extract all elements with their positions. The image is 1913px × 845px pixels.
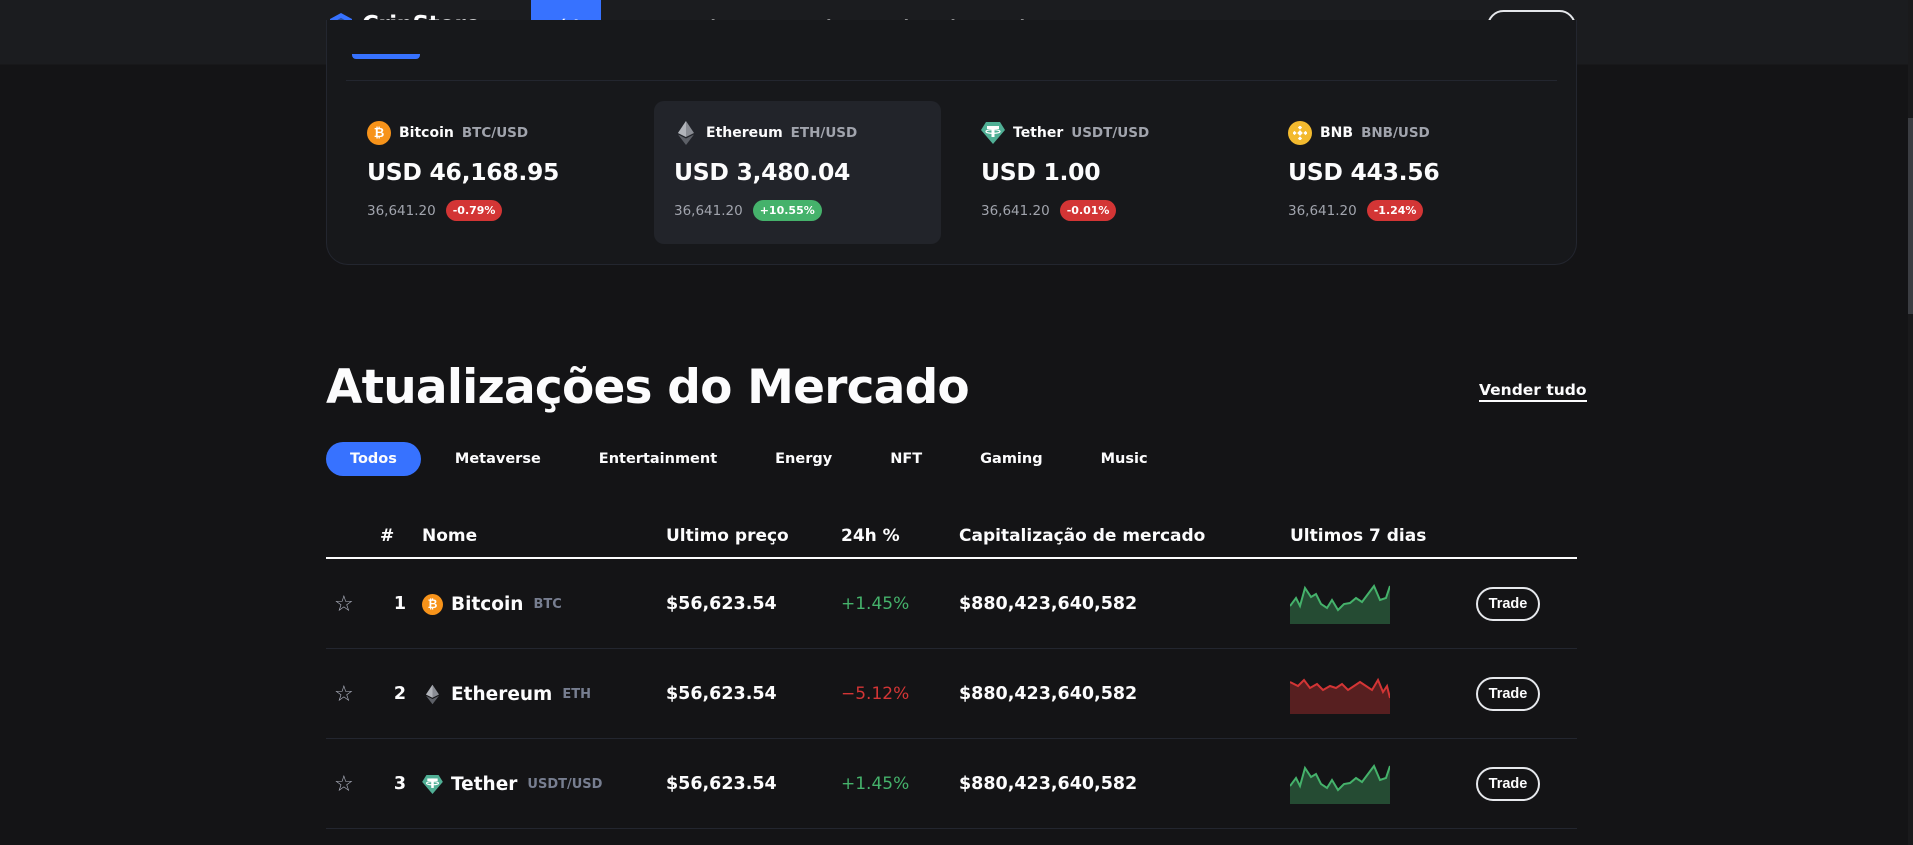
ticker-volume: 36,641.20	[981, 202, 1050, 219]
trade-button[interactable]: Trade	[1476, 677, 1540, 711]
ticker-price: USD 1.00	[981, 158, 1101, 186]
table-row[interactable]: ☆ 2 Ethereum ETH $56,623.54 −5.12% $880,…	[326, 649, 1577, 739]
ticker-volume: 36,641.20	[367, 202, 436, 219]
ticker-volume: 36,641.20	[674, 202, 743, 219]
section-title: Atualizações do Mercado	[326, 360, 970, 415]
ticker-change-badge: -1.24%	[1366, 200, 1424, 221]
row-name: Ethereum ETH	[422, 649, 591, 739]
category-tabs: Todos Metaverse Entertainment Energy NFT…	[326, 442, 1182, 476]
tab-music[interactable]: Music	[1077, 442, 1172, 476]
sparkline-chart	[1290, 559, 1390, 649]
column-header-price[interactable]: Ultimo preço	[666, 526, 789, 546]
row-change: +1.45%	[841, 594, 910, 614]
trade-button[interactable]: Trade	[1476, 587, 1540, 621]
bitcoin-icon: ₿	[367, 121, 391, 145]
ticker-name: BNB	[1320, 125, 1354, 141]
scrollbar-thumb[interactable]	[1908, 118, 1913, 314]
column-header-rank: #	[380, 526, 395, 546]
tab-metaverse[interactable]: Metaverse	[431, 442, 565, 476]
bitcoin-icon: ₿	[422, 593, 443, 615]
tab-nft[interactable]: NFT	[866, 442, 946, 476]
column-header-change[interactable]: 24h %	[841, 526, 900, 546]
row-rank: 2	[393, 684, 406, 704]
tab-todos[interactable]: Todos	[326, 442, 421, 476]
tether-icon	[422, 774, 443, 795]
ticker-pair: ETH/USD	[790, 125, 858, 141]
row-price: $56,623.54	[666, 774, 777, 794]
ticker-price: USD 46,168.95	[367, 158, 560, 186]
table-row[interactable]: ☆ 3 Tether USDT/USD $56,623.54 +1.45% $8…	[326, 739, 1577, 829]
ticker-price: USD 443.56	[1288, 158, 1440, 186]
ethereum-icon	[422, 684, 443, 705]
row-rank: 3	[393, 774, 406, 794]
ticker-divider	[346, 80, 1557, 81]
ticker-name: Ethereum	[706, 125, 783, 141]
row-name: Tether USDT/USD	[422, 739, 602, 829]
table-row[interactable]: ☆ 1 ₿ Bitcoin BTC $56,623.54 +1.45% $880…	[326, 559, 1577, 649]
coin-symbol: BTC	[533, 596, 562, 612]
ticker-item-ethereum[interactable]: Ethereum ETH/USD USD 3,480.04 36,641.20 …	[654, 101, 941, 244]
column-header-market-cap[interactable]: Capitalização de mercado	[959, 526, 1205, 546]
row-change: +1.45%	[841, 774, 910, 794]
coin-name: Bitcoin	[451, 593, 524, 615]
row-market-cap: $880,423,640,582	[959, 684, 1138, 704]
star-icon[interactable]: ☆	[334, 559, 354, 649]
row-change: −5.12%	[841, 684, 910, 704]
row-market-cap: $880,423,640,582	[959, 774, 1138, 794]
coin-symbol: USDT/USD	[527, 776, 603, 792]
row-name: ₿ Bitcoin BTC	[422, 559, 562, 649]
coin-symbol: ETH	[562, 686, 591, 702]
ticker-item-bnb[interactable]: BNB BNB/USD USD 443.56 36,641.20 -1.24%	[1268, 101, 1555, 244]
tether-icon	[981, 121, 1005, 145]
coin-name: Ethereum	[451, 683, 553, 705]
ticker-change-badge: -0.01%	[1059, 200, 1117, 221]
ticker-item-tether[interactable]: Tether USDT/USD USD 1.00 36,641.20 -0.01…	[961, 101, 1248, 244]
sell-all-link[interactable]: Vender tudo	[1479, 381, 1587, 402]
ticker-pair: USDT/USD	[1071, 125, 1150, 141]
sparkline-chart	[1290, 739, 1390, 829]
ticker-tab-indicator	[352, 54, 420, 59]
ticker-volume: 36,641.20	[1288, 202, 1357, 219]
row-price: $56,623.54	[666, 594, 777, 614]
ticker-item-bitcoin[interactable]: ₿ Bitcoin BTC/USD USD 46,168.95 36,641.2…	[347, 101, 634, 244]
row-price: $56,623.54	[666, 684, 777, 704]
ethereum-icon	[674, 121, 698, 145]
column-header-last-7-days: Ultimos 7 dias	[1290, 526, 1427, 546]
trade-button[interactable]: Trade	[1476, 767, 1540, 801]
row-market-cap: $880,423,640,582	[959, 594, 1138, 614]
star-icon[interactable]: ☆	[334, 649, 354, 739]
ticker-name: Tether	[1013, 125, 1064, 141]
tab-gaming[interactable]: Gaming	[956, 442, 1066, 476]
ticker-name: Bitcoin	[399, 125, 454, 141]
tab-energy[interactable]: Energy	[751, 442, 856, 476]
column-header-name[interactable]: Nome	[422, 526, 477, 546]
row-rank: 1	[393, 594, 406, 614]
ticker-pair: BNB/USD	[1361, 125, 1430, 141]
ticker-change-badge: -0.79%	[445, 200, 503, 221]
coin-name: Tether	[451, 773, 518, 795]
ticker-price: USD 3,480.04	[674, 158, 851, 186]
tab-entertainment[interactable]: Entertainment	[575, 442, 741, 476]
ticker-pair: BTC/USD	[461, 125, 529, 141]
bnb-icon	[1288, 121, 1312, 145]
star-icon[interactable]: ☆	[334, 739, 354, 829]
ticker-change-badge: +10.55%	[752, 200, 822, 221]
sparkline-chart	[1290, 649, 1390, 739]
